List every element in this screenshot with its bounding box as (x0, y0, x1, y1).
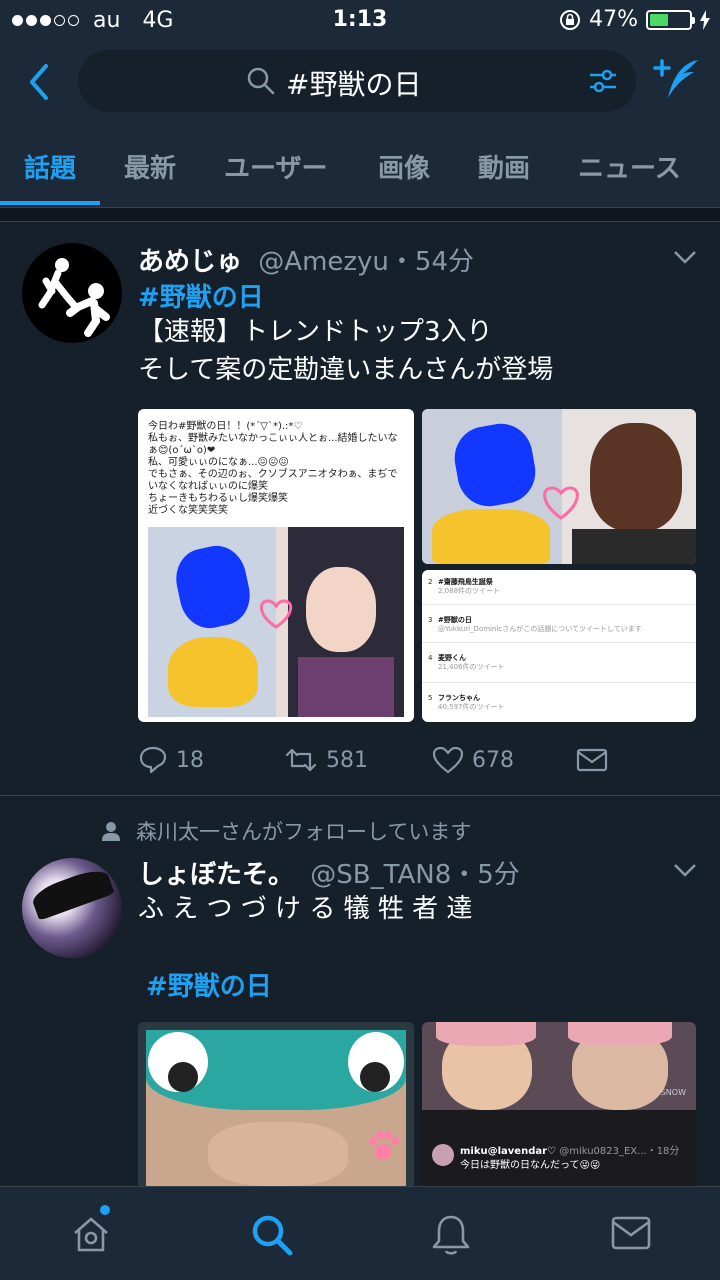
section-divider (0, 208, 720, 222)
reply-icon (139, 746, 167, 774)
tab-top[interactable]: 話題 (24, 148, 76, 185)
active-tab-indicator (0, 201, 100, 205)
back-arrow-icon[interactable] (20, 60, 60, 104)
tweet-author-line: あめじゅ @Amezyu・54分 (138, 241, 474, 278)
charging-icon (700, 9, 710, 30)
retweet-icon (285, 748, 317, 772)
tweet-author-line: しょぼたそ。 @SB_TAN8・5分 (138, 854, 520, 891)
search-tabs: 話題 最新 ユーザー 画像 動画 ニュース (0, 124, 720, 208)
search-icon (247, 67, 275, 95)
rotation-lock-icon (560, 9, 581, 30)
tweet-card[interactable]: 森川太一さんがフォローしています しょぼたそ。 @SB_TAN8・5分 ふ え … (0, 796, 720, 1186)
tweet-image-photo[interactable] (422, 409, 696, 564)
compose-tweet-icon[interactable] (652, 54, 702, 106)
avatar[interactable] (22, 243, 122, 343)
like-count: 678 (472, 747, 514, 773)
person-icon (102, 822, 120, 841)
bottom-tab-bar (0, 1186, 720, 1280)
status-bar: au 4G 1:13 47% (0, 0, 720, 40)
display-name[interactable]: あめじゅ (138, 247, 242, 277)
chevron-down-icon[interactable] (672, 249, 698, 265)
tweet-image-embedded-tweet[interactable]: SNOW miku@lavendar♡ @miku0823_EX...・18分 … (422, 1022, 696, 1186)
tweet-card[interactable]: あめじゅ @Amezyu・54分 #野獣の日 【速報】トレンドトップ3入り そし… (0, 223, 720, 795)
home-notification-dot (100, 1205, 110, 1215)
retweet-button[interactable]: 581 (284, 746, 432, 774)
tweet-image-trends[interactable]: 2 #齋藤飛鳥生誕祭 2,088件のツイート 3 #野獣の日 @Yukkuri_… (422, 570, 696, 722)
avatar-figures-image (38, 258, 110, 337)
hashtag-link[interactable]: #野獣の日 (138, 277, 264, 314)
handle-time: @SB_TAN8・5分 (310, 860, 520, 890)
purikura-photo (148, 527, 404, 717)
tweet-text-line-1: 【速報】トレンドトップ3入り (138, 317, 493, 347)
reply-count: 18 (176, 747, 204, 773)
tab-videos[interactable]: 動画 (478, 148, 530, 185)
search-icon[interactable] (250, 1213, 294, 1257)
mail-icon[interactable] (610, 1213, 652, 1253)
tab-users[interactable]: ユーザー (224, 148, 327, 185)
tweet-image-filter-photo[interactable] (138, 1022, 414, 1186)
chevron-down-icon[interactable] (672, 862, 698, 878)
heart-icon (432, 746, 464, 774)
screenshot-text: 今日わ#野獣の日！！(*´▽`*).:*♡ 私もぉ、野獣みたいなかっこぃぃ人とぉ… (148, 421, 398, 516)
battery-icon (646, 9, 695, 30)
avatar[interactable] (22, 858, 122, 958)
tweet-text-line-1: ふ え つ づ け る 犠 牲 者 達 (138, 894, 473, 924)
tweet-image-screenshot[interactable]: 今日わ#野獣の日！！(*´▽`*).:*♡ 私もぉ、野獣みたいなかっこぃぃ人とぉ… (138, 409, 414, 722)
filter-settings-icon[interactable] (588, 66, 618, 96)
search-header: #野獣の日 (0, 40, 720, 124)
envelope-icon (576, 748, 608, 772)
snow-watermark: SNOW (660, 1088, 686, 1097)
battery-percent: 47% (589, 7, 638, 32)
tab-news[interactable]: ニュース (578, 148, 681, 185)
search-query[interactable]: #野獣の日 (286, 63, 421, 103)
handle-time: @Amezyu・54分 (258, 247, 474, 277)
reply-button[interactable]: 18 (138, 745, 284, 775)
retweet-count: 581 (326, 747, 368, 773)
tab-photos[interactable]: 画像 (378, 148, 430, 185)
bell-icon[interactable] (430, 1213, 472, 1257)
display-name[interactable]: しょぼたそ。 (138, 860, 294, 890)
social-context: 森川太一さんがフォローしています (100, 816, 471, 846)
tab-latest[interactable]: 最新 (124, 148, 176, 185)
tweet-actions: 18 581 678 (138, 745, 608, 775)
tweet-text-line-2: そして案の定勘違いまんさんが登場 (138, 355, 554, 385)
direct-message-button[interactable] (576, 747, 608, 773)
home-icon[interactable] (70, 1213, 112, 1255)
search-field[interactable]: #野獣の日 (78, 50, 636, 112)
hashtag-link[interactable]: #野獣の日 (146, 966, 272, 1003)
like-button[interactable]: 678 (432, 746, 576, 774)
